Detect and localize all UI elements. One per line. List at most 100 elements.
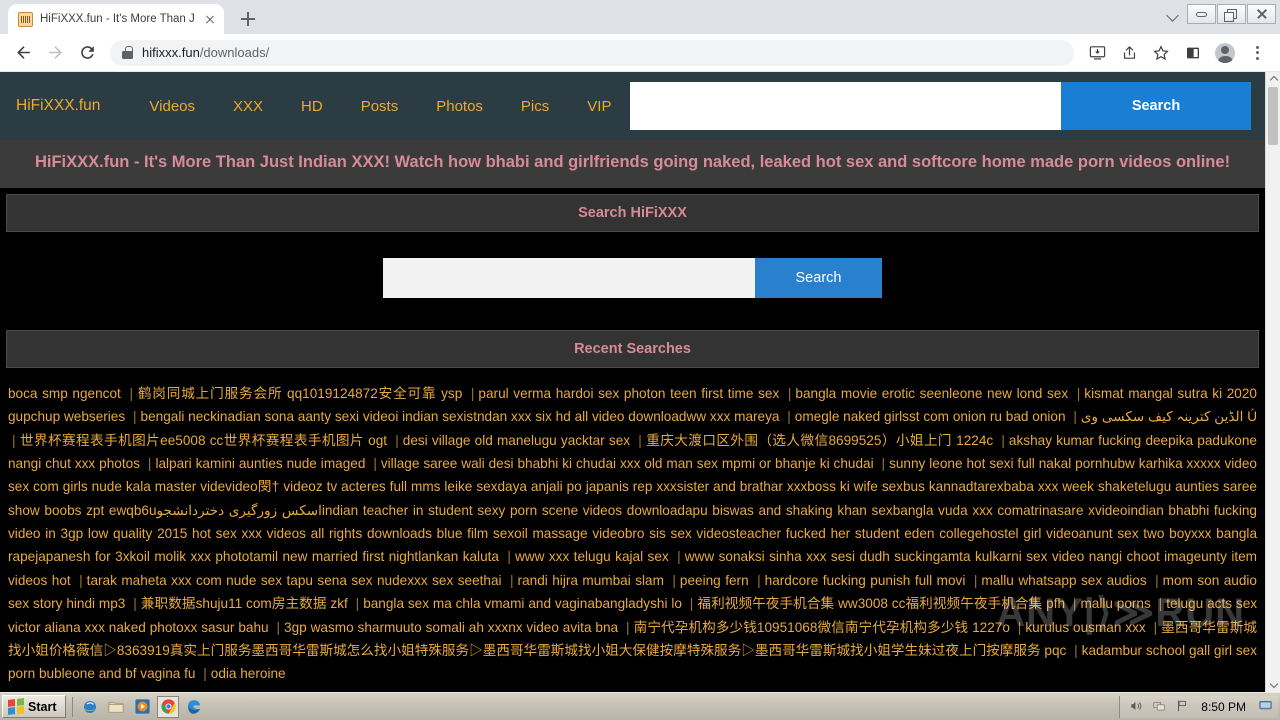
recent-search-link[interactable]: 鹤岗同城上门服务会所 qq1019124872安全可靠 ysp xyxy=(137,386,462,401)
search-separator: | xyxy=(79,572,83,588)
recent-search-link[interactable]: mallu porns xyxy=(1080,596,1150,611)
media-player-icon[interactable] xyxy=(131,696,153,718)
search-separator: | xyxy=(1076,385,1081,401)
nav-item-vip[interactable]: VIP xyxy=(568,98,630,115)
lock-icon xyxy=(122,46,133,59)
recent-search-link[interactable]: bangla sex ma chla vmami and vaginabangl… xyxy=(363,596,682,611)
main-search-input[interactable] xyxy=(383,257,755,298)
recent-search-link[interactable]: parul verma hardoi sex photon teen first… xyxy=(478,386,779,401)
forward-icon xyxy=(48,46,62,59)
bookmark-star-icon xyxy=(1153,44,1169,60)
back-icon xyxy=(16,46,30,59)
side-panel-button[interactable] xyxy=(1178,38,1208,68)
share-button[interactable] xyxy=(1114,38,1144,68)
search-separator: | xyxy=(1153,619,1158,635)
flag-icon[interactable] xyxy=(1174,699,1190,714)
recent-search-link[interactable]: randi hijra mumbai slam xyxy=(518,573,664,588)
recent-search-link[interactable]: 3gp wasmo sharmuuto somali ah xxxnx vide… xyxy=(284,620,618,635)
windows-flag-icon xyxy=(8,698,24,715)
minimize-button[interactable] xyxy=(1187,4,1216,24)
page-scrollbar[interactable] xyxy=(1265,72,1280,692)
nav-item-photos[interactable]: Photos xyxy=(417,98,502,115)
tab-strip: HiFiXXX.fun - It's More Than Just Ind xyxy=(0,0,1280,34)
recent-search-link[interactable]: peeing fern xyxy=(680,573,749,588)
search-separator: | xyxy=(510,572,514,588)
recent-search-link[interactable]: tarak maheta xxx com nude sex tapu sena … xyxy=(87,573,502,588)
close-icon[interactable] xyxy=(202,11,218,27)
show-desktop-icon[interactable] xyxy=(1257,699,1273,714)
start-button[interactable]: Start xyxy=(2,695,67,718)
nav-item-hd[interactable]: HD xyxy=(282,98,342,115)
recent-search-link[interactable]: odia heroine xyxy=(211,666,286,681)
browser-window: HiFiXXX.fun - It's More Than Just Ind hi… xyxy=(0,0,1280,692)
recent-search-link[interactable]: desi village old manelugu yacktar sex xyxy=(403,433,630,448)
nav-item-videos[interactable]: Videos xyxy=(130,98,214,115)
recent-search-link[interactable]: 兼职数据shuju11 com房主数据 zkf xyxy=(141,596,348,611)
search-button[interactable]: Search xyxy=(1061,82,1251,130)
search-separator: | xyxy=(689,596,694,612)
folder-icon[interactable] xyxy=(105,696,127,718)
chevron-down-icon[interactable] xyxy=(1160,2,1186,26)
profile-button[interactable] xyxy=(1210,38,1240,68)
recent-search-link[interactable]: 世界杯赛程表手机图片ee5008 cc世界杯赛程表手机图片 ogt xyxy=(20,433,388,448)
nav-item-posts[interactable]: Posts xyxy=(342,98,418,115)
recent-search-link[interactable]: omegle naked girlsst com onion ru bad on… xyxy=(795,409,1066,424)
site-tagline: HiFiXXX.fun - It's More Than Just Indian… xyxy=(0,140,1265,188)
volume-icon[interactable] xyxy=(1128,699,1144,714)
page-viewport: HiFiXXX.fun Videos XXX HD Posts Photos P… xyxy=(0,72,1280,692)
recent-search-link[interactable]: village saree wali desi bhabhi ki chudai… xyxy=(381,456,874,471)
forward-button[interactable] xyxy=(40,38,70,68)
recent-searches-title: Recent Searches xyxy=(6,329,1259,368)
search-input[interactable] xyxy=(630,82,1061,130)
recent-search-link[interactable]: bengali neckinadian sona aanty sexi vide… xyxy=(141,409,780,424)
more-menu-button[interactable] xyxy=(1242,38,1272,68)
recent-search-link[interactable]: 福利视频午夜手机合集 ww3008 cc福利视频午夜手机合集 pfh xyxy=(697,596,1065,611)
network-icon[interactable] xyxy=(1151,699,1167,714)
nav-item-xxx[interactable]: XXX xyxy=(214,98,282,115)
recent-search-link[interactable]: hardcore fucking punish full movi xyxy=(765,573,966,588)
sidebar-item-brand[interactable]: HiFiXXX.fun xyxy=(14,97,130,115)
search-section-title: Search HiFiXXX xyxy=(6,193,1259,232)
recent-search-link[interactable]: الڈین کترینہ کیف سکسی وی Ú xyxy=(1081,409,1257,424)
search-separator: | xyxy=(1072,596,1077,612)
recent-search-link[interactable]: boca smp ngencot xyxy=(8,386,121,401)
chrome-icon[interactable] xyxy=(157,695,180,718)
edge-icon[interactable] xyxy=(183,696,205,718)
maximize-icon xyxy=(1223,9,1237,22)
recent-searches-list: boca smp ngencot | 鹤岗同城上门服务会所 qq101912487… xyxy=(0,368,1265,686)
scroll-down-icon[interactable] xyxy=(1266,677,1280,692)
search-separator: | xyxy=(12,432,16,448)
install-app-button[interactable] xyxy=(1082,38,1112,68)
recent-search-link[interactable]: 南宁代孕机构多少钱10951068微信南宁代孕机构多少钱 1227o xyxy=(634,620,1010,635)
bookmark-button[interactable] xyxy=(1146,38,1176,68)
favicon-icon xyxy=(18,11,33,27)
url-text: hifixxx.fun/downloads/ xyxy=(142,45,270,60)
search-separator: | xyxy=(276,619,281,635)
back-button[interactable] xyxy=(8,38,38,68)
recent-search-link[interactable]: kurulus ousman xxx xyxy=(1025,620,1145,635)
search-separator: | xyxy=(757,572,761,588)
recent-search-link[interactable]: 重庆大渡口区外围（选人微信8699525）小姐上门 1224c xyxy=(646,433,993,448)
search-separator: | xyxy=(507,549,511,565)
browser-tab[interactable]: HiFiXXX.fun - It's More Than Just Ind xyxy=(8,4,224,34)
reload-button[interactable] xyxy=(72,38,102,68)
scrollbar-thumb[interactable] xyxy=(1268,87,1278,145)
recent-search-link[interactable]: mallu whatsapp sex audios xyxy=(981,573,1146,588)
search-separator: | xyxy=(395,432,399,448)
main-search-button[interactable]: Search xyxy=(755,257,882,298)
search-separator: | xyxy=(1001,432,1005,448)
internet-explorer-icon[interactable] xyxy=(79,696,101,718)
avatar xyxy=(1215,42,1235,63)
new-tab-button[interactable] xyxy=(234,5,262,33)
taskbar-clock[interactable]: 8:50 PM xyxy=(1197,700,1250,714)
scroll-up-icon[interactable] xyxy=(1266,72,1280,87)
more-menu-icon xyxy=(1255,45,1259,60)
recent-search-link[interactable]: lalpari kamini aunties nude imaged xyxy=(155,456,365,471)
system-tray: 8:50 PM xyxy=(1119,695,1278,718)
address-bar[interactable]: hifixxx.fun/downloads/ xyxy=(110,39,1074,66)
close-window-button[interactable] xyxy=(1247,4,1276,24)
recent-search-link[interactable]: bangla movie erotic seenleone new lond s… xyxy=(795,386,1068,401)
maximize-button[interactable] xyxy=(1217,4,1246,24)
nav-item-pics[interactable]: Pics xyxy=(502,98,568,115)
recent-search-link[interactable]: www xxx telugu kajal sex xyxy=(515,549,669,564)
